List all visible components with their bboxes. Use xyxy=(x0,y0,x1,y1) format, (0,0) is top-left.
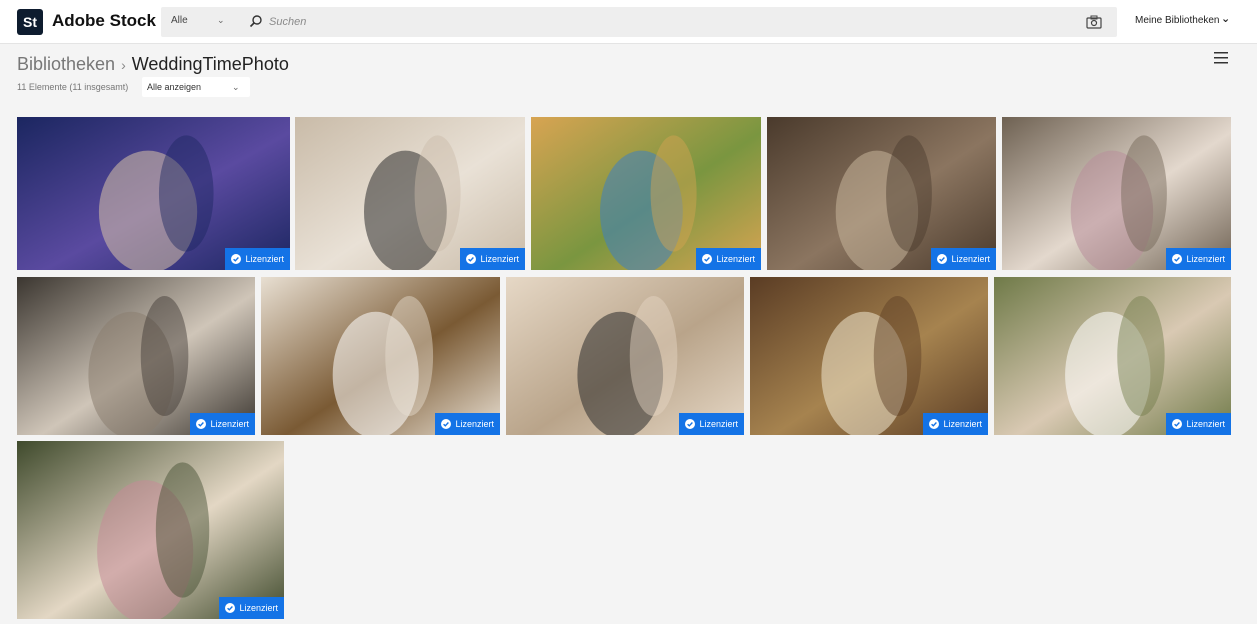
licensed-label: Lizenziert xyxy=(210,419,249,429)
licensed-label: Lizenziert xyxy=(943,419,982,429)
licensed-badge: Lizenziert xyxy=(435,413,500,435)
licensed-label: Lizenziert xyxy=(699,419,738,429)
brand-name[interactable]: Adobe Stock xyxy=(52,11,156,31)
asset-image xyxy=(261,277,500,435)
breadcrumb: Bibliotheken › WeddingTimePhoto xyxy=(17,54,289,75)
check-circle-icon xyxy=(1172,419,1183,429)
chevron-down-icon[interactable]: ⌄ xyxy=(1221,12,1230,25)
licensed-badge: Lizenziert xyxy=(696,248,761,270)
hamburger-icon[interactable] xyxy=(1214,52,1228,64)
check-circle-icon xyxy=(225,603,236,613)
asset-thumbnail[interactable]: Lizenziert xyxy=(261,277,500,435)
asset-thumbnail[interactable]: Lizenziert xyxy=(994,277,1231,435)
licensed-label: Lizenziert xyxy=(951,254,990,264)
search-scope-select[interactable]: Alle xyxy=(171,15,188,26)
check-circle-icon xyxy=(929,419,940,429)
licensed-badge: Lizenziert xyxy=(225,248,290,270)
check-circle-icon xyxy=(466,254,477,264)
adobe-stock-logo[interactable]: St xyxy=(17,9,43,35)
licensed-label: Lizenziert xyxy=(480,254,519,264)
my-libraries-menu[interactable]: Meine Bibliotheken xyxy=(1135,15,1220,26)
licensed-badge: Lizenziert xyxy=(931,248,996,270)
licensed-label: Lizenziert xyxy=(239,603,278,613)
asset-thumbnail[interactable]: Lizenziert xyxy=(17,441,284,619)
asset-thumbnail[interactable]: Lizenziert xyxy=(767,117,996,270)
search-bar: Alle ⌄ xyxy=(161,7,1117,37)
top-bar: St Adobe Stock Alle ⌄ Meine Bibliotheken… xyxy=(0,0,1257,44)
chevron-down-icon: ⌄ xyxy=(232,82,240,92)
licensed-badge: Lizenziert xyxy=(1166,413,1231,435)
licensed-label: Lizenziert xyxy=(1186,419,1225,429)
licensed-label: Lizenziert xyxy=(1186,254,1225,264)
asset-image xyxy=(506,277,744,435)
check-circle-icon xyxy=(441,419,452,429)
chevron-down-icon[interactable]: ⌄ xyxy=(217,15,225,26)
licensed-badge: Lizenziert xyxy=(460,248,525,270)
asset-thumbnail[interactable]: Lizenziert xyxy=(1002,117,1231,270)
licensed-badge: Lizenziert xyxy=(1166,248,1231,270)
asset-thumbnail[interactable]: Lizenziert xyxy=(295,117,525,270)
breadcrumb-separator: › xyxy=(121,57,126,73)
asset-image xyxy=(994,277,1231,435)
licensed-badge: Lizenziert xyxy=(923,413,988,435)
breadcrumb-libraries-link[interactable]: Bibliotheken xyxy=(17,54,115,74)
check-circle-icon xyxy=(937,254,948,264)
licensed-badge: Lizenziert xyxy=(679,413,744,435)
licensed-badge: Lizenziert xyxy=(219,597,284,619)
asset-image xyxy=(17,277,255,435)
asset-image xyxy=(17,441,284,619)
licensed-label: Lizenziert xyxy=(716,254,755,264)
search-input[interactable] xyxy=(269,12,969,32)
asset-thumbnail[interactable]: Lizenziert xyxy=(531,117,761,270)
search-icon[interactable] xyxy=(249,14,263,28)
filter-select[interactable]: Alle anzeigen ⌄ xyxy=(142,77,250,97)
item-count: 11 Elemente (11 insgesamt) xyxy=(17,82,129,92)
asset-thumbnail[interactable]: Lizenziert xyxy=(750,277,988,435)
check-circle-icon xyxy=(685,419,696,429)
licensed-label: Lizenziert xyxy=(455,419,494,429)
check-circle-icon xyxy=(1172,254,1183,264)
asset-thumbnail[interactable]: Lizenziert xyxy=(17,277,255,435)
check-circle-icon xyxy=(702,254,713,264)
asset-thumbnail[interactable]: Lizenziert xyxy=(17,117,290,270)
filter-label: Alle anzeigen xyxy=(147,82,202,92)
page-title: WeddingTimePhoto xyxy=(131,54,289,74)
check-circle-icon xyxy=(231,254,242,264)
licensed-label: Lizenziert xyxy=(245,254,284,264)
camera-icon[interactable] xyxy=(1086,15,1102,29)
check-circle-icon xyxy=(196,419,207,429)
asset-thumbnail[interactable]: Lizenziert xyxy=(506,277,744,435)
asset-image xyxy=(750,277,988,435)
licensed-badge: Lizenziert xyxy=(190,413,255,435)
